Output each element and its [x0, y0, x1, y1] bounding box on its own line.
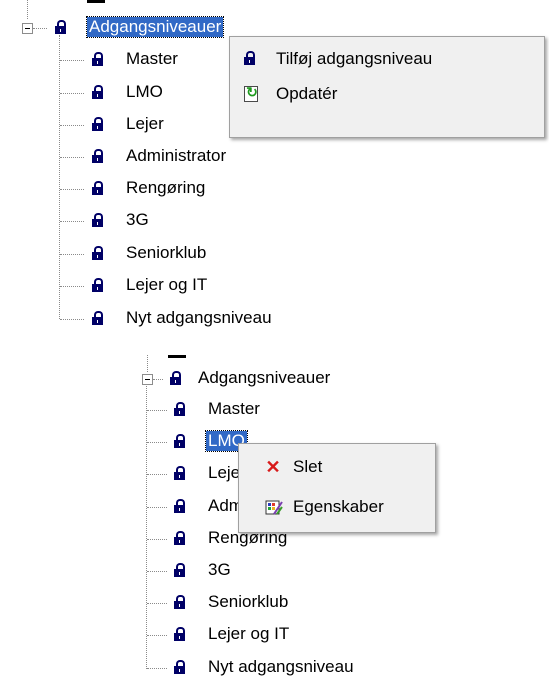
tree-connector: [60, 286, 84, 287]
tree-connector: [147, 668, 167, 669]
tree-panel: Adgangsniveauer Master LMO Lejer Adminis…: [0, 0, 549, 679]
tree-connector: [59, 35, 60, 319]
lock-icon: [92, 52, 103, 66]
menu-item-label: Opdatér: [276, 84, 338, 103]
menu-item-label: Tilføj adgangsniveau: [276, 49, 433, 68]
lock-icon: [170, 371, 181, 385]
lock-icon: [92, 181, 103, 195]
tree-connector: [60, 93, 84, 94]
lock-icon: [174, 595, 185, 609]
lock-icon: [244, 51, 255, 65]
menu-item-properties[interactable]: Egenskaber: [239, 492, 435, 522]
tree-connector: [147, 474, 167, 475]
lock-icon: [92, 149, 103, 163]
menu-item-label: Egenskaber: [293, 497, 384, 516]
tree-item-3g[interactable]: 3G: [124, 210, 151, 230]
tree-item-lejer[interactable]: Lejer: [124, 114, 166, 134]
tree-item-lmo[interactable]: LMO: [124, 82, 165, 102]
tree-partial-node-mark: [168, 355, 186, 358]
tree-connector: [147, 603, 167, 604]
lock-icon: [92, 246, 103, 260]
tree-connector: [147, 571, 167, 572]
tree-connector: [147, 355, 148, 372]
tree-connector: [60, 254, 84, 255]
lock-icon: [174, 660, 185, 674]
lock-icon: [92, 117, 103, 131]
context-menu-item: Slet Egenskaber: [238, 443, 436, 533]
tree-connector: [60, 319, 84, 320]
tree-connector: [60, 157, 84, 158]
context-menu-root: Tilføj adgangsniveau Opdatér: [229, 36, 545, 138]
menu-item-label: Slet: [293, 457, 323, 476]
tree-connector: [153, 379, 163, 380]
tree-item-rengoring[interactable]: Rengøring: [124, 178, 207, 198]
lock-icon: [174, 402, 185, 416]
tree-item-lejer-og-it[interactable]: Lejer og IT: [124, 275, 209, 295]
tree-connector: [27, 0, 28, 19]
tree-item-nyt-adgangsniveau[interactable]: Nyt adgangsniveau: [124, 308, 274, 328]
lock-icon: [92, 213, 103, 227]
tree-item-master[interactable]: Master: [124, 49, 180, 69]
tree-item-seniorklub[interactable]: Seniorklub: [206, 592, 290, 612]
lock-icon: [174, 466, 185, 480]
tree-root-label[interactable]: Adgangsniveauer: [85, 16, 225, 38]
tree-item-lejer-og-it[interactable]: Lejer og IT: [206, 624, 291, 644]
lock-icon: [174, 531, 185, 545]
tree-connector: [146, 386, 147, 669]
collapse-expander-icon[interactable]: [22, 23, 33, 34]
tree-item-master[interactable]: Master: [206, 399, 262, 419]
lock-icon: [92, 85, 103, 99]
tree-partial-node-mark: [87, 0, 105, 3]
tree-connector: [60, 221, 84, 222]
delete-icon: [265, 459, 281, 475]
lock-icon: [174, 627, 185, 641]
refresh-icon: [244, 84, 259, 102]
lock-icon: [92, 278, 103, 292]
tree-connector: [60, 189, 84, 190]
tree-connector: [147, 635, 167, 636]
tree-connector: [60, 125, 84, 126]
tree-connector: [147, 442, 167, 443]
properties-icon: [265, 500, 283, 515]
menu-item-refresh[interactable]: Opdatér: [230, 79, 544, 109]
tree-connector: [147, 539, 167, 540]
menu-item-delete[interactable]: Slet: [239, 452, 435, 482]
tree-item-seniorklub[interactable]: Seniorklub: [124, 243, 208, 263]
tree-item-nyt-adgangsniveau[interactable]: Nyt adgangsniveau: [206, 657, 356, 677]
tree-connector: [33, 28, 47, 29]
tree-connector: [147, 507, 167, 508]
lock-icon: [174, 434, 185, 448]
lock-icon: [174, 563, 185, 577]
tree-item-administrator[interactable]: Administrator: [124, 146, 228, 166]
lock-icon: [55, 20, 66, 34]
tree-root-label[interactable]: Adgangsniveauer: [196, 368, 332, 388]
menu-item-add-access-level[interactable]: Tilføj adgangsniveau: [230, 44, 544, 74]
tree-item-3g[interactable]: 3G: [206, 560, 233, 580]
lock-icon: [174, 499, 185, 513]
tree-connector: [147, 410, 167, 411]
lock-icon: [92, 311, 103, 325]
tree-connector: [60, 60, 84, 61]
collapse-expander-icon[interactable]: [142, 374, 153, 385]
